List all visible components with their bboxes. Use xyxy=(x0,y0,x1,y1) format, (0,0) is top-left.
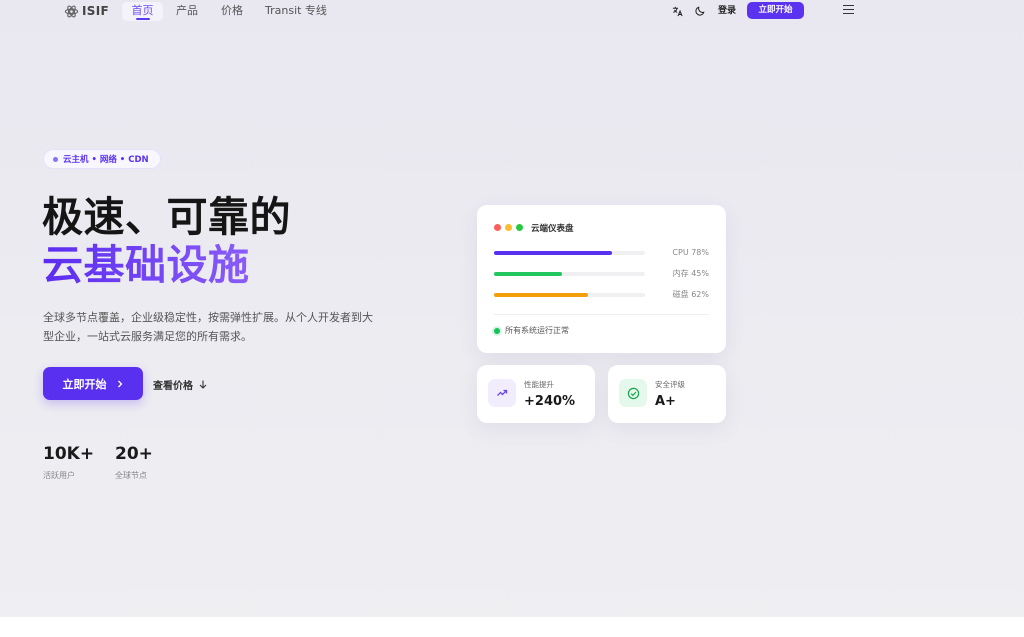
dashboard-title: 云端仪表盘 xyxy=(531,224,574,234)
card-label: 安全评级 xyxy=(655,380,685,389)
pill-dot-icon xyxy=(53,156,58,162)
window-dot-yellow-icon xyxy=(505,224,512,231)
hamburger-menu-icon[interactable] xyxy=(843,5,854,15)
logo-text: ISIF xyxy=(82,4,109,18)
card-value: +240% xyxy=(524,394,576,409)
card-value: A+ xyxy=(655,394,676,409)
card-label: 性能提升 xyxy=(524,380,554,389)
memory-bar-fill xyxy=(494,272,562,276)
cloud-dashboard-card: 云端仪表盘 CPU 78% 内存 45% 磁盘 62% 所有系统运行正常 xyxy=(477,205,726,353)
stat-active-users: 10K+ 活跃用户 xyxy=(43,443,94,481)
window-controls xyxy=(494,224,523,231)
disk-bar-label: 磁盘 62% xyxy=(672,290,709,299)
stat-value: 20+ xyxy=(115,444,153,464)
product-tag-pill: 云主机 • 网络 • CDN xyxy=(43,149,161,169)
divider xyxy=(494,314,709,315)
hero-description: 全球多节点覆盖，企业级稳定性，按需弹性扩展。从个人开发者到大型企业，一站式云服务… xyxy=(43,311,373,343)
window-dot-green-icon xyxy=(516,224,523,231)
nav-get-started-button[interactable]: 立即开始 xyxy=(747,2,804,19)
system-status: 所有系统运行正常 xyxy=(494,325,569,336)
page-footer-band xyxy=(0,617,1024,637)
get-started-button[interactable]: 立即开始 xyxy=(43,367,143,400)
logo-icon xyxy=(64,5,79,17)
performance-card: 性能提升 +240% xyxy=(477,365,595,423)
memory-usage-bar: 内存 45% xyxy=(494,268,709,280)
nav-link-products[interactable]: 产品 xyxy=(176,3,198,19)
login-link[interactable]: 登录 xyxy=(718,4,736,18)
view-pricing-label: 查看价格 xyxy=(153,381,193,392)
window-dot-red-icon xyxy=(494,224,501,231)
nav-link-pricing[interactable]: 价格 xyxy=(221,3,243,19)
view-pricing-button[interactable]: 查看价格 xyxy=(153,377,207,392)
status-ok-icon xyxy=(494,327,500,334)
pill-text: 云主机 • 网络 • CDN xyxy=(63,155,149,165)
chevron-right-icon xyxy=(117,380,122,387)
trending-up-icon xyxy=(488,379,516,407)
cpu-bar-label: CPU 78% xyxy=(672,248,709,257)
stat-value: 10K+ xyxy=(43,444,95,464)
logo[interactable]: ISIF xyxy=(64,3,109,19)
stat-label: 全球节点 xyxy=(115,471,147,480)
nav-link-home[interactable]: 首页 xyxy=(122,2,163,21)
status-text: 所有系统运行正常 xyxy=(505,326,569,335)
stat-label: 活跃用户 xyxy=(43,471,75,480)
top-navbar: ISIF 首页 产品 价格 Transit 专线 登录 立即开始 xyxy=(0,0,1024,24)
nav-link-transit[interactable]: Transit 专线 xyxy=(265,3,327,19)
disk-usage-bar: 磁盘 62% xyxy=(494,289,709,301)
check-circle-icon xyxy=(619,379,647,407)
stat-global-nodes: 20+ 全球节点 xyxy=(115,443,153,481)
moon-icon[interactable] xyxy=(693,4,707,18)
disk-bar-fill xyxy=(494,293,588,297)
hero-title-line1: 极速、可靠的 xyxy=(42,193,291,241)
cpu-usage-bar: CPU 78% xyxy=(494,247,709,259)
hero-title-line2: 云基础设施 xyxy=(42,241,250,289)
memory-bar-label: 内存 45% xyxy=(672,269,709,278)
translate-icon[interactable] xyxy=(670,4,684,18)
security-rating-card: 安全评级 A+ xyxy=(608,365,726,423)
cpu-bar-fill xyxy=(494,251,612,255)
get-started-label: 立即开始 xyxy=(62,377,107,391)
arrow-down-icon xyxy=(199,380,207,389)
